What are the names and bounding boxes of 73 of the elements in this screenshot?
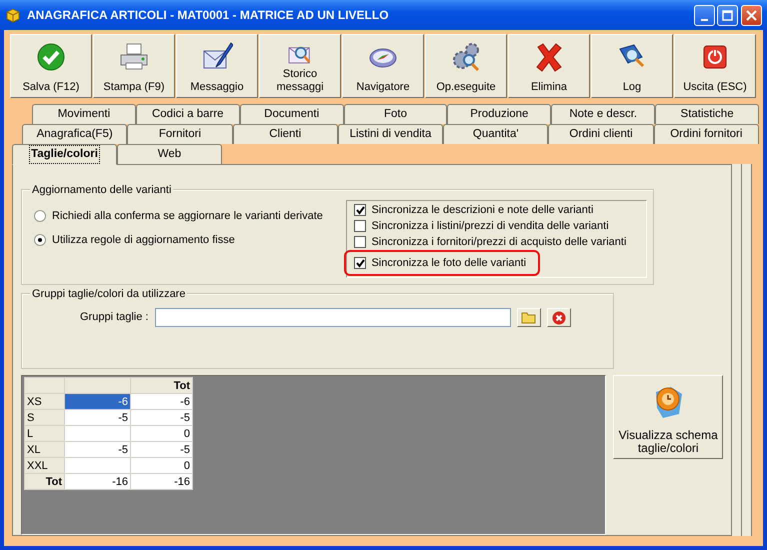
tab[interactable]: Clienti — [232, 124, 338, 144]
clear-icon — [552, 310, 566, 324]
toolbar-button[interactable]: Navigatore — [342, 34, 424, 98]
tab[interactable]: Codici a barre — [136, 104, 240, 124]
row-header: S — [24, 410, 64, 426]
radio-label: Utilizza regole di aggiornamento fisse — [52, 232, 235, 248]
group-title: Gruppi taglie/colori da utilizzare — [30, 286, 188, 302]
row-header: XS — [24, 394, 64, 410]
clear-button[interactable] — [546, 308, 571, 327]
tab[interactable]: Ordini fornitori — [654, 124, 759, 144]
table-cell: -16 — [130, 474, 192, 490]
folder-icon — [520, 311, 537, 324]
tab[interactable]: Quantita' — [443, 124, 548, 144]
toolbar-button[interactable]: Op.eseguite — [425, 34, 507, 98]
radio-button[interactable] — [34, 210, 46, 222]
minimize-button[interactable] — [694, 4, 714, 26]
radio-label: Richiedi alla conferma se aggiornare le varianti derivate — [52, 208, 323, 224]
gears-search-icon — [450, 41, 482, 73]
column-header: Tot — [130, 378, 192, 394]
toolbar-button[interactable]: Messaggio — [176, 34, 258, 98]
toolbar-button[interactable]: Uscita (ESC) — [674, 34, 756, 98]
tab[interactable]: Produzione — [447, 104, 552, 124]
toolbar-button[interactable]: Log — [591, 34, 673, 98]
toolbar-button[interactable]: Elimina — [508, 34, 590, 98]
minimize-icon — [700, 19, 708, 21]
tab[interactable]: Web — [117, 144, 222, 164]
table-cell: 0 — [130, 426, 192, 442]
table-cell: -5 — [64, 442, 130, 458]
tab[interactable]: Foto — [344, 104, 448, 124]
maximize-button[interactable] — [717, 4, 738, 26]
tab[interactable]: Movimenti — [32, 104, 136, 124]
maximize-icon — [722, 10, 734, 20]
app-icon — [5, 7, 21, 23]
toolbar-button[interactable]: Stampa (F9) — [93, 34, 175, 98]
row-header: XL — [24, 442, 64, 458]
tab[interactable]: Anagrafica(F5) — [22, 124, 128, 144]
check-icon — [35, 41, 67, 73]
close-button[interactable] — [741, 4, 762, 26]
schema-button[interactable]: Visualizza schema taglie/colori — [613, 375, 723, 459]
toolbar-button[interactable]: Salva (F12) — [10, 34, 92, 98]
radio-button[interactable] — [34, 234, 46, 246]
toolbar-button[interactable]: Storico messaggi — [259, 34, 341, 98]
checkbox-label: Sincronizza le foto delle varianti — [371, 256, 526, 271]
checkbox-label: Sincronizza i fornitori/prezzi di acquisto delle varianti — [371, 234, 626, 250]
checkbox-label: Sincronizza i listini/prezzi di vendita delle varianti — [371, 218, 609, 234]
checkbox-label: Sincronizza le descrizioni e note delle varianti — [371, 202, 594, 218]
table-cell: -6 — [64, 394, 130, 410]
tab[interactable]: Ordini clienti — [548, 124, 654, 144]
table-cell: -5 — [64, 410, 130, 426]
checkbox[interactable] — [354, 236, 366, 248]
field-label: Gruppi taglie : — [80, 310, 148, 326]
tab[interactable]: Fornitori — [127, 124, 233, 144]
group-title: Aggiornamento delle varianti — [30, 182, 174, 198]
tab[interactable]: Taglie/colori — [12, 144, 117, 165]
row-header: L — [24, 426, 64, 442]
row-header: Tot — [24, 474, 64, 490]
tab[interactable]: Documenti — [240, 104, 344, 124]
table-cell: -5 — [130, 410, 192, 426]
window-title: ANAGRAFICA ARTICOLI - MAT0001 - MATRICE AD UN LIVELLO — [27, 7, 390, 24]
tab[interactable]: Note e descr. — [551, 104, 656, 124]
folder-button[interactable] — [516, 308, 541, 327]
table-cell: -6 — [130, 394, 192, 410]
checkbox[interactable] — [354, 257, 366, 269]
tab[interactable]: Listini di vendita — [338, 124, 444, 144]
input-field[interactable] — [155, 308, 512, 327]
checkbox[interactable] — [354, 204, 366, 216]
table-cell: -16 — [64, 474, 130, 490]
row-header: XXL — [24, 458, 64, 474]
table-cell: -5 — [130, 442, 192, 458]
close-icon — [746, 10, 757, 20]
checkbox[interactable] — [354, 220, 366, 232]
table-cell: 0 — [130, 458, 192, 474]
tab[interactable]: Statistiche — [655, 104, 760, 124]
